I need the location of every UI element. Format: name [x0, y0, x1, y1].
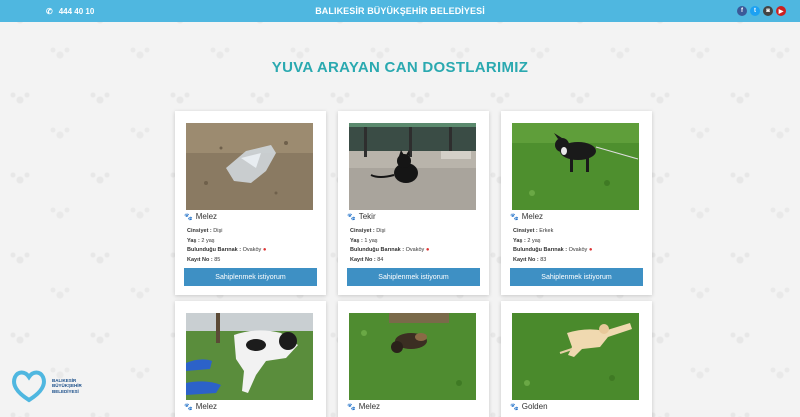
shelter-label: Bulunduğu Barınak : — [350, 247, 405, 253]
paw-icon: 🐾 — [184, 213, 193, 221]
animal-breed: Melez — [358, 402, 381, 411]
paw-icon: 🐾 — [510, 213, 519, 221]
logo-line-3: BELEDİYESİ — [52, 388, 79, 394]
animal-photo[interactable] — [349, 123, 476, 210]
shelter-label: Bulunduğu Barınak : — [187, 247, 242, 253]
animal-breed: Melez — [521, 212, 544, 221]
logo-text: BALIKESİR BÜYÜKŞEHİR BELEDİYESİ — [52, 378, 92, 395]
page-title: YUVA ARAYAN CAN DOSTLARIMIZ — [271, 59, 529, 76]
animal-breed: Melez — [195, 212, 218, 221]
record-value: 84 — [377, 256, 384, 263]
animal-photo[interactable] — [512, 123, 639, 210]
animal-breed-row: 🐾 Melez — [184, 212, 217, 221]
animal-photo[interactable] — [186, 313, 313, 400]
location-pin-icon: ● — [262, 247, 267, 253]
site-title[interactable]: BALIKESİR BÜYÜKŞEHİR BELEDİYESİ — [0, 6, 800, 16]
facebook-icon[interactable]: f — [737, 6, 747, 16]
record-label: Kayıt No : — [513, 256, 539, 263]
age-label: Yaş : — [513, 237, 526, 244]
location-pin-icon: ● — [425, 247, 430, 253]
paw-icon: 🐾 — [347, 403, 356, 411]
age-label: Yaş : — [187, 237, 200, 244]
animal-breed-row: 🐾 Golden — [510, 402, 548, 411]
gender-label: Cinsiyet : — [187, 228, 212, 234]
gender-value: Dişi — [213, 228, 223, 234]
animal-photo[interactable] — [512, 313, 639, 400]
gender-label: Cinsiyet : — [513, 228, 538, 234]
animal-card: 🐾 Melez — [175, 301, 326, 417]
age-value: 2 yaş — [527, 237, 541, 244]
animal-card: 🐾 Golden — [501, 301, 652, 417]
heart-logo-icon — [12, 370, 46, 403]
instagram-icon[interactable]: ◙ — [763, 6, 773, 16]
animal-breed-row: 🐾 Melez — [347, 402, 380, 411]
animal-info: Cinsiyet : Erkek Yaş : 2 yaş Bulunduğu B… — [513, 227, 592, 265]
animal-photo[interactable] — [186, 123, 313, 210]
gender-value: Erkek — [539, 228, 554, 234]
animal-info: Cinsiyet : Dişi Yaş : 1 yaş Bulunduğu Ba… — [350, 227, 429, 265]
shelter-value: Ovaköy — [568, 247, 588, 253]
paw-icon: 🐾 — [184, 403, 193, 411]
paw-icon: 🐾 — [510, 403, 519, 411]
adopt-button[interactable]: Sahiplenmek istiyorum — [510, 268, 643, 286]
age-value: 2 yaş — [201, 237, 215, 244]
animal-card: 🐾 Tekir Cinsiyet : Dişi Yaş : 1 yaş Bulu… — [338, 111, 489, 295]
shelter-value: Ovaköy — [242, 247, 262, 253]
social-links: f t ◙ ▶ — [737, 6, 786, 16]
adopt-button[interactable]: Sahiplenmek istiyorum — [347, 268, 480, 286]
twitter-icon[interactable]: t — [750, 6, 760, 16]
adopt-button[interactable]: Sahiplenmek istiyorum — [184, 268, 317, 286]
municipality-logo[interactable]: BALIKESİR BÜYÜKŞEHİR BELEDİYESİ — [10, 368, 92, 404]
location-pin-icon: ● — [588, 247, 593, 253]
animal-card: 🐾 Melez — [338, 301, 489, 417]
animal-info: Cinsiyet : Dişi Yaş : 2 yaş Bulunduğu Ba… — [187, 227, 266, 265]
record-value: 85 — [214, 256, 221, 263]
animal-breed: Golden — [521, 402, 548, 411]
animal-card: 🐾 Melez Cinsiyet : Dişi Yaş : 2 yaş Bulu… — [175, 111, 326, 295]
gender-value: Dişi — [376, 228, 386, 234]
age-value: 1 yaş — [364, 237, 378, 244]
record-value: 83 — [540, 256, 547, 263]
gender-label: Cinsiyet : — [350, 228, 375, 234]
shelter-label: Bulunduğu Barınak : — [513, 247, 568, 253]
animal-breed: Melez — [195, 402, 218, 411]
top-bar: ✆ 444 40 10 BALIKESİR BÜYÜKŞEHİR BELEDİY… — [0, 0, 800, 22]
animal-breed-row: 🐾 Melez — [510, 212, 543, 221]
animal-breed-row: 🐾 Tekir — [347, 212, 376, 221]
animal-card: 🐾 Melez Cinsiyet : Erkek Yaş : 2 yaş Bul… — [501, 111, 652, 295]
age-label: Yaş : — [350, 237, 363, 244]
animal-breed-row: 🐾 Melez — [184, 402, 217, 411]
animal-breed: Tekir — [358, 212, 376, 221]
paw-icon: 🐾 — [347, 213, 356, 221]
record-label: Kayıt No : — [187, 256, 213, 263]
record-label: Kayıt No : — [350, 256, 376, 263]
animal-photo[interactable] — [349, 313, 476, 400]
shelter-value: Ovaköy — [405, 247, 425, 253]
youtube-icon[interactable]: ▶ — [776, 6, 786, 16]
